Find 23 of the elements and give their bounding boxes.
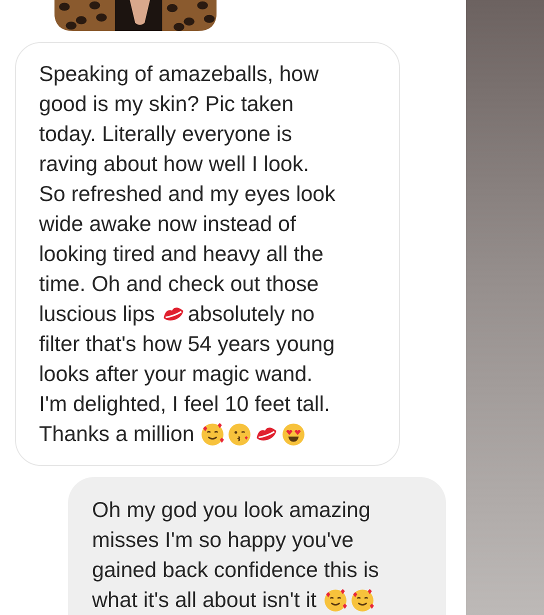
message-text: luscious lips: [39, 301, 155, 328]
smiling-face-with-hearts-icon: [350, 588, 375, 612]
kissing-face-icon: [227, 422, 252, 446]
message-text: absolutely no: [188, 301, 315, 328]
message-text: looking tired and heavy all the: [39, 241, 324, 268]
message-text: what it's all about isn't it: [92, 587, 317, 614]
message-text: filter that's how 54 years young: [39, 331, 335, 358]
message-text: today. Literally everyone is: [39, 121, 292, 148]
heart-eyes-face-icon: [281, 422, 306, 446]
smiling-face-with-hearts-icon: [200, 422, 226, 446]
smiling-face-with-hearts-icon: [322, 588, 348, 612]
message-text: Thanks a million: [39, 421, 194, 448]
message-text: gained back confidence this is: [92, 557, 379, 584]
message-text: time. Oh and check out those: [39, 271, 319, 298]
message-text: Speaking of amazeballs, how: [39, 61, 319, 88]
message-text: I'm delighted, I feel 10 feet tall.: [39, 391, 330, 418]
message-text: wide awake now instead of: [39, 211, 296, 238]
message-text: Oh my god you look amazing: [92, 497, 370, 524]
message-text: looks after your magic wand.: [39, 361, 313, 388]
message-text: raving about how well I look.: [39, 151, 310, 178]
message-text: misses I'm so happy you've: [92, 527, 354, 554]
message-text: So refreshed and my eyes look: [39, 181, 336, 208]
message-text: good is my skin? Pic taken: [39, 91, 294, 118]
